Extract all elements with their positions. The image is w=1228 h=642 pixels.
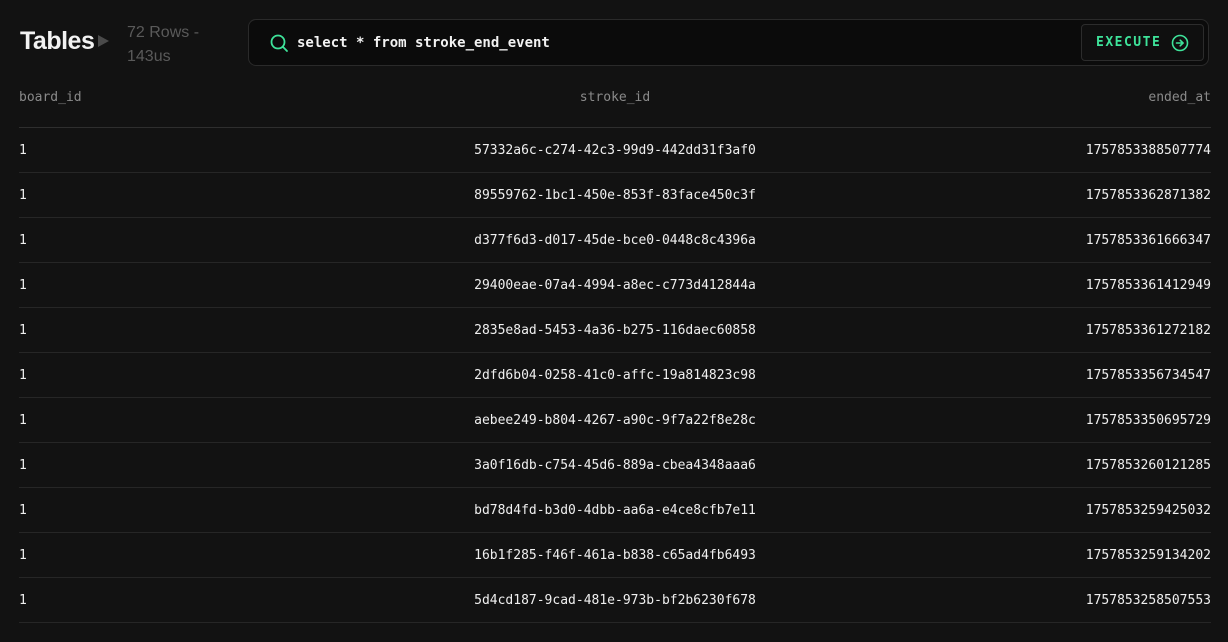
results-table: board_id stroke_id ended_at 1 57332a6c-c2… — [19, 78, 1211, 623]
table-row[interactable]: 1 16b1f285-f46f-461a-b838-c65ad4fb6493 175… — [19, 533, 1211, 578]
cell-stroke-id: 2835e8ad-5453-4a36-b275-116daec60858 — [474, 322, 756, 338]
column-header-ended-at[interactable]: ended_at — [1148, 78, 1211, 127]
cell-ended-at: 1757853259425032 — [1085, 502, 1211, 518]
cell-stroke-id: 57332a6c-c274-42c3-99d9-442dd31f3af0 — [474, 142, 756, 158]
cell-stroke-id: d377f6d3-d017-45de-bce0-0448c8c4396a — [474, 232, 756, 248]
top-bar: Tables 72 Rows - 143us EXECUTE — [0, 0, 1228, 78]
table-row[interactable]: 1 3a0f16db-c754-45d6-889a-cbea4348aaa6 175… — [19, 443, 1211, 488]
cell-ended-at: 1757853361666347 — [1085, 232, 1211, 248]
cell-board-id: 1 — [19, 187, 27, 203]
cell-ended-at: 1757853259134202 — [1085, 547, 1211, 563]
cell-ended-at: 1757853388507774 — [1085, 142, 1211, 158]
table-row[interactable]: 1 bd78d4fd-b3d0-4dbb-aa6a-e4ce8cfb7e11 175… — [19, 488, 1211, 533]
table-row[interactable]: 1 89559762-1bc1-450e-853f-83face450c3f 175… — [19, 173, 1211, 218]
cell-board-id: 1 — [19, 457, 27, 473]
query-input[interactable] — [297, 31, 997, 55]
table-row[interactable]: 1 2835e8ad-5453-4a36-b275-116daec60858 175… — [19, 308, 1211, 353]
table-row[interactable]: 1 5d4cd187-9cad-481e-973b-bf2b6230f678 175… — [19, 578, 1211, 623]
cell-board-id: 1 — [19, 232, 27, 248]
row-count: 72 Rows - — [127, 24, 200, 41]
cell-stroke-id: 16b1f285-f46f-461a-b838-c65ad4fb6493 — [474, 547, 756, 563]
cell-ended-at: 1757853260121285 — [1085, 457, 1211, 473]
cell-ended-at: 1757853356734547 — [1085, 367, 1211, 383]
search-icon — [270, 34, 288, 52]
cell-ended-at: 1757853350695729 — [1085, 412, 1211, 428]
table-row[interactable]: 1 aebee249-b804-4267-a90c-9f7a22f8e28c 175… — [19, 398, 1211, 443]
cell-board-id: 1 — [19, 502, 27, 518]
table-header: board_id stroke_id ended_at — [19, 78, 1211, 128]
cell-board-id: 1 — [19, 322, 27, 338]
execute-button[interactable]: EXECUTE — [1081, 24, 1204, 61]
execute-label: EXECUTE — [1096, 35, 1162, 50]
column-header-stroke-id[interactable]: stroke_id — [580, 78, 650, 127]
cell-board-id: 1 — [19, 412, 27, 428]
query-stats: 72 Rows - 143us — [127, 21, 227, 69]
table-body: 1 57332a6c-c274-42c3-99d9-442dd31f3af0 175… — [19, 128, 1211, 623]
cell-ended-at: 1757853361412949 — [1085, 277, 1211, 293]
cell-board-id: 1 — [19, 592, 27, 608]
cell-stroke-id: 89559762-1bc1-450e-853f-83face450c3f — [474, 187, 756, 203]
caret-right-icon[interactable] — [98, 35, 109, 47]
page-title: Tables — [20, 27, 95, 55]
arrow-right-circle-icon — [1171, 34, 1189, 51]
cell-board-id: 1 — [19, 142, 27, 158]
cell-board-id: 1 — [19, 367, 27, 383]
column-header-board-id[interactable]: board_id — [19, 78, 82, 127]
cell-ended-at: 1757853362871382 — [1085, 187, 1211, 203]
cell-stroke-id: 3a0f16db-c754-45d6-889a-cbea4348aaa6 — [474, 457, 756, 473]
query-time: 143us — [127, 48, 171, 65]
cell-ended-at: 1757853258507553 — [1085, 592, 1211, 608]
table-row[interactable]: 1 57332a6c-c274-42c3-99d9-442dd31f3af0 175… — [19, 128, 1211, 173]
cell-ended-at: 1757853361272182 — [1085, 322, 1211, 338]
cell-stroke-id: 5d4cd187-9cad-481e-973b-bf2b6230f678 — [474, 592, 756, 608]
table-row[interactable]: 1 2dfd6b04-0258-41c0-affc-19a814823c98 175… — [19, 353, 1211, 398]
table-row[interactable]: 1 29400eae-07a4-4994-a8ec-c773d412844a 175… — [19, 263, 1211, 308]
cell-stroke-id: 2dfd6b04-0258-41c0-affc-19a814823c98 — [474, 367, 756, 383]
query-bar: EXECUTE — [248, 19, 1209, 66]
cell-board-id: 1 — [19, 547, 27, 563]
cell-stroke-id: bd78d4fd-b3d0-4dbb-aa6a-e4ce8cfb7e11 — [474, 502, 756, 518]
table-row[interactable]: 1 d377f6d3-d017-45de-bce0-0448c8c4396a 175… — [19, 218, 1211, 263]
cell-stroke-id: 29400eae-07a4-4994-a8ec-c773d412844a — [474, 277, 756, 293]
cell-stroke-id: aebee249-b804-4267-a90c-9f7a22f8e28c — [474, 412, 756, 428]
cell-board-id: 1 — [19, 277, 27, 293]
